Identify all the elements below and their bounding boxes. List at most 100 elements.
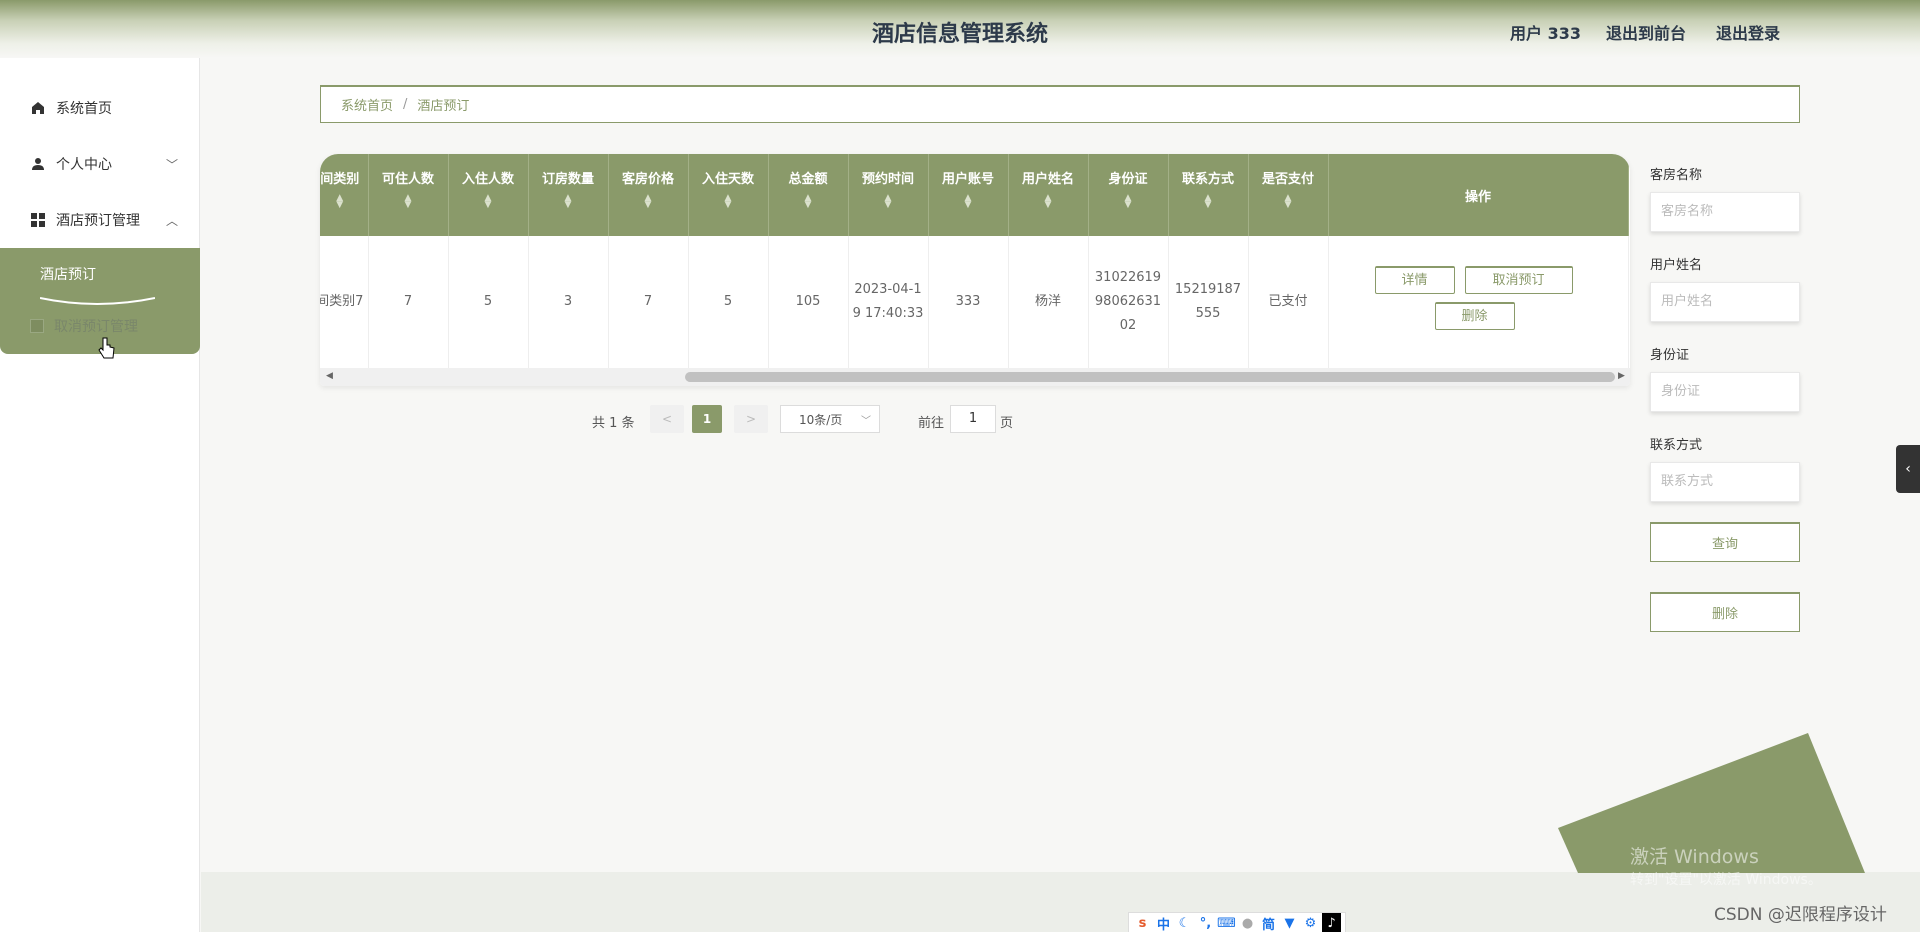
sort-icon: ▲ ▼ <box>484 193 492 210</box>
contact-input[interactable]: 联系方式 <box>1650 462 1800 502</box>
table-cell: 333 <box>928 236 1009 368</box>
table-cell: 间类别7 <box>320 236 369 368</box>
table-cell: 2023-04-19 17:40:33 <box>848 236 929 368</box>
sort-icon: ▲ ▼ <box>644 193 652 210</box>
column-header[interactable]: 用户账号 ▲ ▼ <box>928 154 1009 236</box>
scroll-left-icon[interactable]: ◀ <box>326 371 333 381</box>
sidebar-item-label: 取消预订管理 <box>54 319 138 335</box>
activate-windows-title: 激活 Windows <box>1630 846 1759 868</box>
detail-button[interactable]: 详情 <box>1374 266 1455 294</box>
table-cell: 已支付 <box>1248 236 1329 368</box>
gear-icon[interactable]: ⚙ <box>1301 913 1320 932</box>
grid-icon <box>30 212 46 228</box>
table-row: 间类别7 7 5 3 7 5 105 2023-04-19 17:40:33 3… <box>320 236 1629 368</box>
sort-icon: ▲ ▼ <box>964 193 972 210</box>
ime-toolbar: s 中 ☾ °, ⌨ ● 简 ▼ ⚙ ♪ <box>1128 912 1346 932</box>
chevron-down-icon: ﹀ <box>861 415 871 427</box>
table-cell-actions: 详情 取消预订 删除 <box>1328 236 1629 368</box>
page-size-value: 10条/页 <box>799 412 843 427</box>
sidebar: 系统首页 个人中心 ﹀ 酒店预订管理 ︿ 酒店预订 取消预订管理 <box>0 58 200 932</box>
column-header[interactable]: 联系方式 ▲ ▼ <box>1168 154 1249 236</box>
page-size-select[interactable]: 10条/页 ﹀ <box>780 405 880 433</box>
punctuation-icon[interactable]: °, <box>1196 913 1215 932</box>
simplified-icon[interactable]: 简 <box>1259 913 1278 932</box>
logout-link[interactable]: 退出登录 <box>1716 20 1780 44</box>
front-link[interactable]: 退出到前台 <box>1606 20 1686 44</box>
column-header[interactable]: 客房价格 ▲ ▼ <box>608 154 689 236</box>
watermark: CSDN @迟限程序设计 <box>1714 905 1887 925</box>
delete-button[interactable]: 删除 <box>1650 592 1800 632</box>
sidebar-item-booking-mgmt[interactable]: 酒店预订管理 ︿ <box>0 192 200 248</box>
sidebar-subitem-booking[interactable]: 酒店预订 <box>0 248 200 300</box>
ime-mode-icon[interactable]: 中 <box>1154 913 1173 932</box>
user-icon[interactable]: ● <box>1238 913 1257 932</box>
sort-icon: ▲ ▼ <box>336 193 344 210</box>
tiktok-icon[interactable]: ♪ <box>1322 913 1341 932</box>
top-header: 酒店信息管理系统 用户 333 退出到前台 退出登录 <box>0 0 1920 58</box>
page-1-button[interactable]: 1 <box>692 405 722 433</box>
grid-icon <box>30 319 44 333</box>
moon-icon[interactable]: ☾ <box>1175 913 1194 932</box>
menu-divider-decoration <box>40 297 155 305</box>
scroll-right-icon[interactable]: ▶ <box>1618 371 1625 381</box>
pagination-total: 共 1 条 <box>592 416 635 431</box>
sidebar-item-personal[interactable]: 个人中心 ﹀ <box>0 136 200 192</box>
breadcrumb-home[interactable]: 系统首页 <box>341 95 393 114</box>
table-cell: 5 <box>688 236 769 368</box>
sogou-icon[interactable]: s <box>1133 913 1152 932</box>
table-cell: 15219187555 <box>1168 236 1249 368</box>
breadcrumb-current: 酒店预订 <box>417 99 470 114</box>
user-label: 用户 333 <box>1510 24 1581 43</box>
column-header[interactable]: 入住天数 ▲ ▼ <box>688 154 769 236</box>
cancel-booking-button[interactable]: 取消预订 <box>1464 266 1573 294</box>
goto-page-input[interactable]: 1 <box>950 405 996 433</box>
chevron-down-icon: ﹀ <box>165 157 178 172</box>
column-header[interactable]: 间类别 ▲ ▼ <box>320 154 369 236</box>
breadcrumb-separator: / <box>403 97 408 112</box>
table-cell: 105 <box>768 236 849 368</box>
sort-icon: ▲ ▼ <box>404 193 412 210</box>
sort-icon: ▲ ▼ <box>1284 193 1292 210</box>
keyboard-icon[interactable]: ⌨ <box>1217 913 1236 932</box>
delete-row-button[interactable]: 删除 <box>1434 302 1515 330</box>
table-cell: 7 <box>368 236 449 368</box>
sidebar-item-label: 系统首页 <box>56 101 112 117</box>
activate-windows-subtitle: 转到"设置"以激活 Windows。 <box>1630 872 1822 888</box>
shirt-icon[interactable]: ▼ <box>1280 913 1299 932</box>
column-header[interactable]: 预约时间 ▲ ▼ <box>848 154 929 236</box>
column-header[interactable]: 入住人数 ▲ ▼ <box>448 154 529 236</box>
id-card-label: 身份证 <box>1650 348 1690 363</box>
sort-icon: ▲ ▼ <box>804 193 812 210</box>
collapse-panel-button[interactable]: ‹ <box>1896 445 1920 493</box>
table-cell: 5 <box>448 236 529 368</box>
sort-icon: ▲ ▼ <box>564 193 572 210</box>
column-header[interactable]: 可住人数 ▲ ▼ <box>368 154 449 236</box>
sidebar-item-label: 个人中心 <box>56 157 112 173</box>
user-name-input[interactable]: 用户姓名 <box>1650 282 1800 322</box>
prev-page-button[interactable]: < <box>650 405 684 433</box>
next-page-button[interactable]: > <box>734 405 768 433</box>
horizontal-scrollbar[interactable]: ◀ ▶ <box>320 368 1630 386</box>
column-header[interactable]: 订房数量 ▲ ▼ <box>528 154 609 236</box>
chevron-left-icon: ‹ <box>1905 461 1911 477</box>
sort-icon: ▲ ▼ <box>1204 193 1212 210</box>
home-icon <box>30 100 46 116</box>
chevron-up-icon: ︿ <box>165 213 178 228</box>
table-cell: 7 <box>608 236 689 368</box>
contact-label: 联系方式 <box>1650 438 1703 453</box>
id-card-input[interactable]: 身份证 <box>1650 372 1800 412</box>
column-header[interactable]: 身份证 ▲ ▼ <box>1088 154 1169 236</box>
booking-table: 间类别 ▲ ▼ 可住人数 ▲ ▼ 入住人数 ▲ ▼ 订房数量 ▲ ▼ 客房价格 ▲ ▼ 入住天数 ▲ ▼… <box>320 154 1630 386</box>
query-button[interactable]: 查询 <box>1650 522 1800 562</box>
sort-icon: ▲ ▼ <box>1044 193 1052 210</box>
column-header[interactable]: 是否支付 ▲ ▼ <box>1248 154 1329 236</box>
column-header[interactable]: 总金额 ▲ ▼ <box>768 154 849 236</box>
sidebar-item-home[interactable]: 系统首页 <box>0 80 200 136</box>
scrollbar-thumb[interactable] <box>685 372 1615 382</box>
column-header[interactable]: 用户姓名 ▲ ▼ <box>1008 154 1089 236</box>
sort-icon: ▲ ▼ <box>1124 193 1132 210</box>
table-cell: 310226199806263102 <box>1088 236 1169 368</box>
sort-icon: ▲ ▼ <box>884 193 892 210</box>
room-name-input[interactable]: 客房名称 <box>1650 192 1800 232</box>
sort-icon: ▲ ▼ <box>724 193 732 210</box>
